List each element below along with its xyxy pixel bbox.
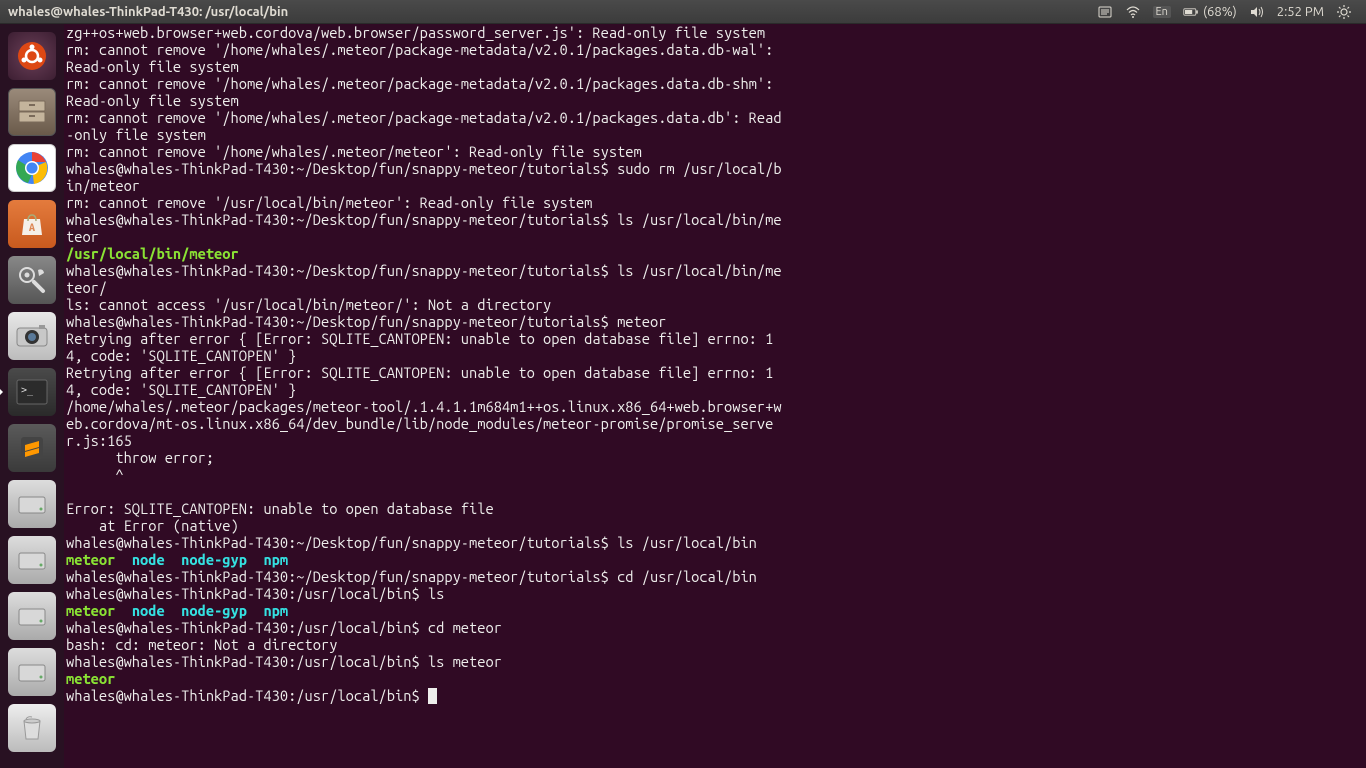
terminal-line: ^ xyxy=(66,466,786,483)
terminal-app[interactable]: >_ xyxy=(6,366,58,418)
camera-icon xyxy=(15,324,49,348)
battery-percent: (68%) xyxy=(1203,5,1237,19)
terminal-line xyxy=(66,483,786,500)
clock[interactable]: 2:52 PM xyxy=(1271,5,1330,19)
chrome-app[interactable] xyxy=(6,142,58,194)
terminal-line: whales@whales-ThinkPad-T430:~/Desktop/fu… xyxy=(66,262,786,296)
gear-icon xyxy=(1336,4,1352,20)
svg-text:>_: >_ xyxy=(21,385,34,396)
terminal-line: rm: cannot remove '/usr/local/bin/meteor… xyxy=(66,194,786,211)
disk-2[interactable] xyxy=(6,534,58,586)
terminal-line: at Error (native) xyxy=(66,517,786,534)
terminal-line: whales@whales-ThinkPad-T430:~/Desktop/fu… xyxy=(66,160,786,194)
software-center-app[interactable]: A xyxy=(6,198,58,250)
dash-button[interactable] xyxy=(6,30,58,82)
cursor xyxy=(428,688,437,704)
drive-icon xyxy=(16,603,48,629)
terminal-line: zg++os+web.browser+web.cordova/web.brows… xyxy=(66,24,786,41)
battery-icon xyxy=(1183,4,1199,20)
terminal-line: meteor xyxy=(66,670,786,687)
disk-1[interactable] xyxy=(6,478,58,530)
terminal-line: meteor node node-gyp npm xyxy=(66,551,786,568)
terminal-line: whales@whales-ThinkPad-T430:/usr/local/b… xyxy=(66,585,786,602)
drawer-icon xyxy=(17,99,47,125)
terminal-line: whales@whales-ThinkPad-T430:~/Desktop/fu… xyxy=(66,211,786,245)
language-label: En xyxy=(1153,6,1171,18)
battery-indicator[interactable]: (68%) xyxy=(1177,4,1243,20)
terminal-line: Error: SQLITE_CANTOPEN: unable to open d… xyxy=(66,500,786,517)
trash[interactable] xyxy=(6,702,58,754)
volume-icon xyxy=(1249,4,1265,20)
sublime-app[interactable] xyxy=(6,422,58,474)
terminal-line: throw error; xyxy=(66,449,786,466)
terminal-line: rm: cannot remove '/home/whales/.meteor/… xyxy=(66,109,786,143)
wrench-gear-icon xyxy=(16,264,48,296)
wifi-icon xyxy=(1125,4,1141,20)
terminal-icon: >_ xyxy=(15,378,49,406)
terminal-line: whales@whales-ThinkPad-T430:~/Desktop/fu… xyxy=(66,313,786,330)
mail-indicator[interactable] xyxy=(1091,4,1119,20)
mail-icon xyxy=(1097,4,1113,20)
disk-4[interactable] xyxy=(6,646,58,698)
drive-icon xyxy=(16,659,48,685)
terminal-output[interactable]: zg++os+web.browser+web.cordova/web.brows… xyxy=(64,24,1366,768)
terminal-line: whales@whales-ThinkPad-T430:/usr/local/b… xyxy=(66,619,786,636)
terminal-line: /home/whales/.meteor/packages/meteor-too… xyxy=(66,398,786,449)
chrome-icon xyxy=(14,150,50,186)
terminal-line: bash: cd: meteor: Not a directory xyxy=(66,636,786,653)
network-indicator[interactable] xyxy=(1119,4,1147,20)
svg-text:A: A xyxy=(29,222,36,234)
sublime-icon xyxy=(17,433,47,463)
terminal-line: rm: cannot remove '/home/whales/.meteor/… xyxy=(66,143,786,160)
keyboard-indicator[interactable]: En xyxy=(1147,6,1177,18)
disk-3[interactable] xyxy=(6,590,58,642)
settings-app[interactable] xyxy=(6,254,58,306)
trash-icon xyxy=(18,713,46,743)
time-label: 2:52 PM xyxy=(1277,5,1324,19)
terminal-line: whales@whales-ThinkPad-T430:/usr/local/b… xyxy=(66,653,786,670)
sound-indicator[interactable] xyxy=(1243,4,1271,20)
top-menu-bar: whales@whales-ThinkPad-T430: /usr/local/… xyxy=(0,0,1366,24)
terminal-line: rm: cannot remove '/home/whales/.meteor/… xyxy=(66,75,786,109)
ubuntu-logo-icon xyxy=(16,40,48,72)
terminal-line: whales@whales-ThinkPad-T430:~/Desktop/fu… xyxy=(66,568,786,585)
terminal-line: whales@whales-ThinkPad-T430:~/Desktop/fu… xyxy=(66,534,786,551)
terminal-line: ls: cannot access '/usr/local/bin/meteor… xyxy=(66,296,786,313)
window-title: whales@whales-ThinkPad-T430: /usr/local/… xyxy=(8,5,288,19)
drive-icon xyxy=(16,491,48,517)
terminal-line: rm: cannot remove '/home/whales/.meteor/… xyxy=(66,41,786,75)
terminal-line: whales@whales-ThinkPad-T430:/usr/local/b… xyxy=(66,687,786,704)
shopping-bag-icon: A xyxy=(17,209,47,239)
terminal-line: Retrying after error { [Error: SQLITE_CA… xyxy=(66,364,786,398)
terminal-line: Retrying after error { [Error: SQLITE_CA… xyxy=(66,330,786,364)
drive-icon xyxy=(16,547,48,573)
terminal-line: /usr/local/bin/meteor xyxy=(66,245,786,262)
files-app[interactable] xyxy=(6,86,58,138)
system-menu[interactable] xyxy=(1330,4,1358,20)
terminal-line: meteor node node-gyp npm xyxy=(66,602,786,619)
camera-app[interactable] xyxy=(6,310,58,362)
unity-launcher: A >_ xyxy=(0,24,64,768)
